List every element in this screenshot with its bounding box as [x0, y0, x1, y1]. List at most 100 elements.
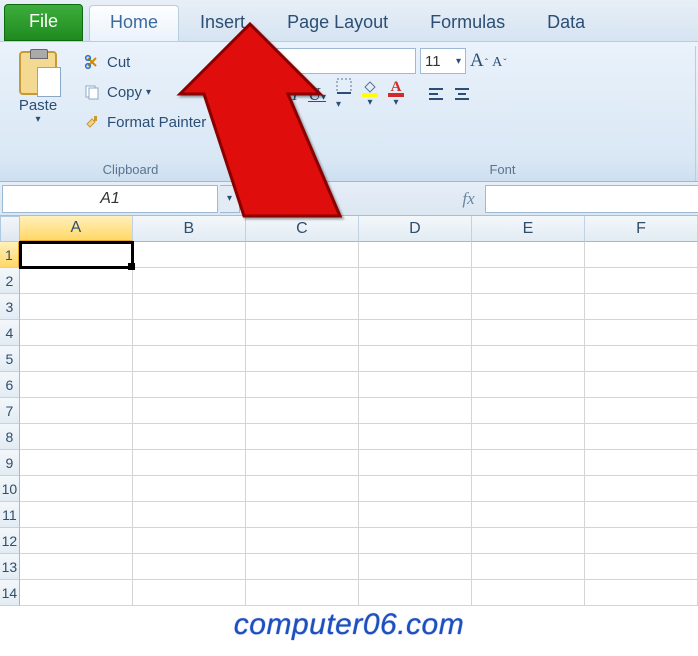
copy-button[interactable]: Copy ▾: [76, 78, 213, 106]
cell[interactable]: [20, 528, 133, 554]
cell[interactable]: [472, 528, 585, 554]
fx-icon[interactable]: fx: [462, 189, 474, 209]
cell[interactable]: [246, 450, 359, 476]
tab-home[interactable]: Home: [89, 5, 179, 41]
row-header[interactable]: 1: [0, 242, 20, 268]
row-header[interactable]: 13: [0, 554, 20, 580]
cell[interactable]: [585, 372, 698, 398]
cell[interactable]: [472, 294, 585, 320]
font-size-combo[interactable]: 11 ▾: [420, 48, 466, 74]
row-header[interactable]: 12: [0, 528, 20, 554]
cell[interactable]: [585, 580, 698, 606]
cell[interactable]: [585, 450, 698, 476]
cell[interactable]: [585, 320, 698, 346]
cell[interactable]: [472, 502, 585, 528]
align-left-button[interactable]: [428, 87, 444, 101]
cell[interactable]: [359, 424, 472, 450]
align-center-button[interactable]: [454, 87, 470, 101]
cell[interactable]: [20, 320, 133, 346]
cell[interactable]: [585, 554, 698, 580]
cell[interactable]: [359, 476, 472, 502]
cell[interactable]: [133, 320, 246, 346]
row-header[interactable]: 3: [0, 294, 20, 320]
row-header[interactable]: 2: [0, 268, 20, 294]
name-box[interactable]: A1: [2, 185, 218, 213]
cell[interactable]: [20, 476, 133, 502]
cell[interactable]: [585, 346, 698, 372]
cell[interactable]: [585, 476, 698, 502]
column-header[interactable]: D: [359, 216, 472, 242]
bold-button[interactable]: B: [270, 84, 282, 105]
cell[interactable]: [472, 424, 585, 450]
row-header[interactable]: 10: [0, 476, 20, 502]
font-color-button[interactable]: A ▾: [388, 81, 404, 108]
cell[interactable]: [133, 398, 246, 424]
cell[interactable]: [246, 502, 359, 528]
name-box-dropdown[interactable]: ▾: [220, 185, 240, 213]
underline-button[interactable]: U▾: [308, 84, 326, 105]
column-header[interactable]: F: [585, 216, 698, 242]
cell[interactable]: [472, 580, 585, 606]
cell[interactable]: [585, 502, 698, 528]
cell[interactable]: [472, 320, 585, 346]
cell[interactable]: [133, 242, 246, 268]
cell[interactable]: [585, 242, 698, 268]
cell[interactable]: [20, 346, 133, 372]
cell[interactable]: [359, 346, 472, 372]
tab-insert[interactable]: Insert: [179, 5, 266, 41]
row-header[interactable]: 9: [0, 450, 20, 476]
cell[interactable]: [133, 554, 246, 580]
cell[interactable]: [20, 398, 133, 424]
formula-input[interactable]: [485, 185, 698, 213]
cell[interactable]: [585, 424, 698, 450]
cell[interactable]: [472, 242, 585, 268]
cell[interactable]: [20, 424, 133, 450]
font-family-combo[interactable]: ▾: [266, 48, 416, 74]
cell[interactable]: [246, 424, 359, 450]
row-header[interactable]: 7: [0, 398, 20, 424]
fill-color-button[interactable]: ▾: [362, 81, 378, 108]
cell[interactable]: [359, 294, 472, 320]
paste-button[interactable]: Paste ▾: [6, 48, 70, 136]
row-header[interactable]: 11: [0, 502, 20, 528]
cell[interactable]: [472, 372, 585, 398]
tab-formulas[interactable]: Formulas: [409, 5, 526, 41]
row-header[interactable]: 8: [0, 424, 20, 450]
tab-data[interactable]: Data: [526, 5, 606, 41]
cell[interactable]: [472, 450, 585, 476]
cell[interactable]: [133, 450, 246, 476]
cell[interactable]: [472, 346, 585, 372]
cell[interactable]: [472, 554, 585, 580]
cell[interactable]: [246, 580, 359, 606]
cell[interactable]: [246, 242, 359, 268]
cell[interactable]: [246, 346, 359, 372]
cell[interactable]: [246, 372, 359, 398]
cell[interactable]: [359, 372, 472, 398]
cell[interactable]: [359, 580, 472, 606]
decrease-font-button[interactable]: Aˇ: [492, 55, 506, 71]
cell[interactable]: [20, 372, 133, 398]
cell[interactable]: [20, 268, 133, 294]
column-header[interactable]: C: [246, 216, 359, 242]
tab-file[interactable]: File: [4, 4, 83, 41]
cell[interactable]: [246, 554, 359, 580]
row-header[interactable]: 5: [0, 346, 20, 372]
cell[interactable]: [585, 398, 698, 424]
cell[interactable]: [20, 242, 133, 268]
cell[interactable]: [133, 268, 246, 294]
select-all-corner[interactable]: [0, 216, 20, 242]
cell[interactable]: [20, 294, 133, 320]
cell[interactable]: [133, 580, 246, 606]
cell[interactable]: [585, 528, 698, 554]
cell[interactable]: [472, 398, 585, 424]
cell[interactable]: [133, 528, 246, 554]
column-header[interactable]: E: [472, 216, 585, 242]
cell[interactable]: [246, 294, 359, 320]
cell[interactable]: [359, 528, 472, 554]
cell[interactable]: [359, 450, 472, 476]
cell[interactable]: [359, 242, 472, 268]
cell[interactable]: [20, 502, 133, 528]
cell[interactable]: [359, 554, 472, 580]
italic-button[interactable]: I: [292, 84, 298, 105]
cell[interactable]: [246, 320, 359, 346]
